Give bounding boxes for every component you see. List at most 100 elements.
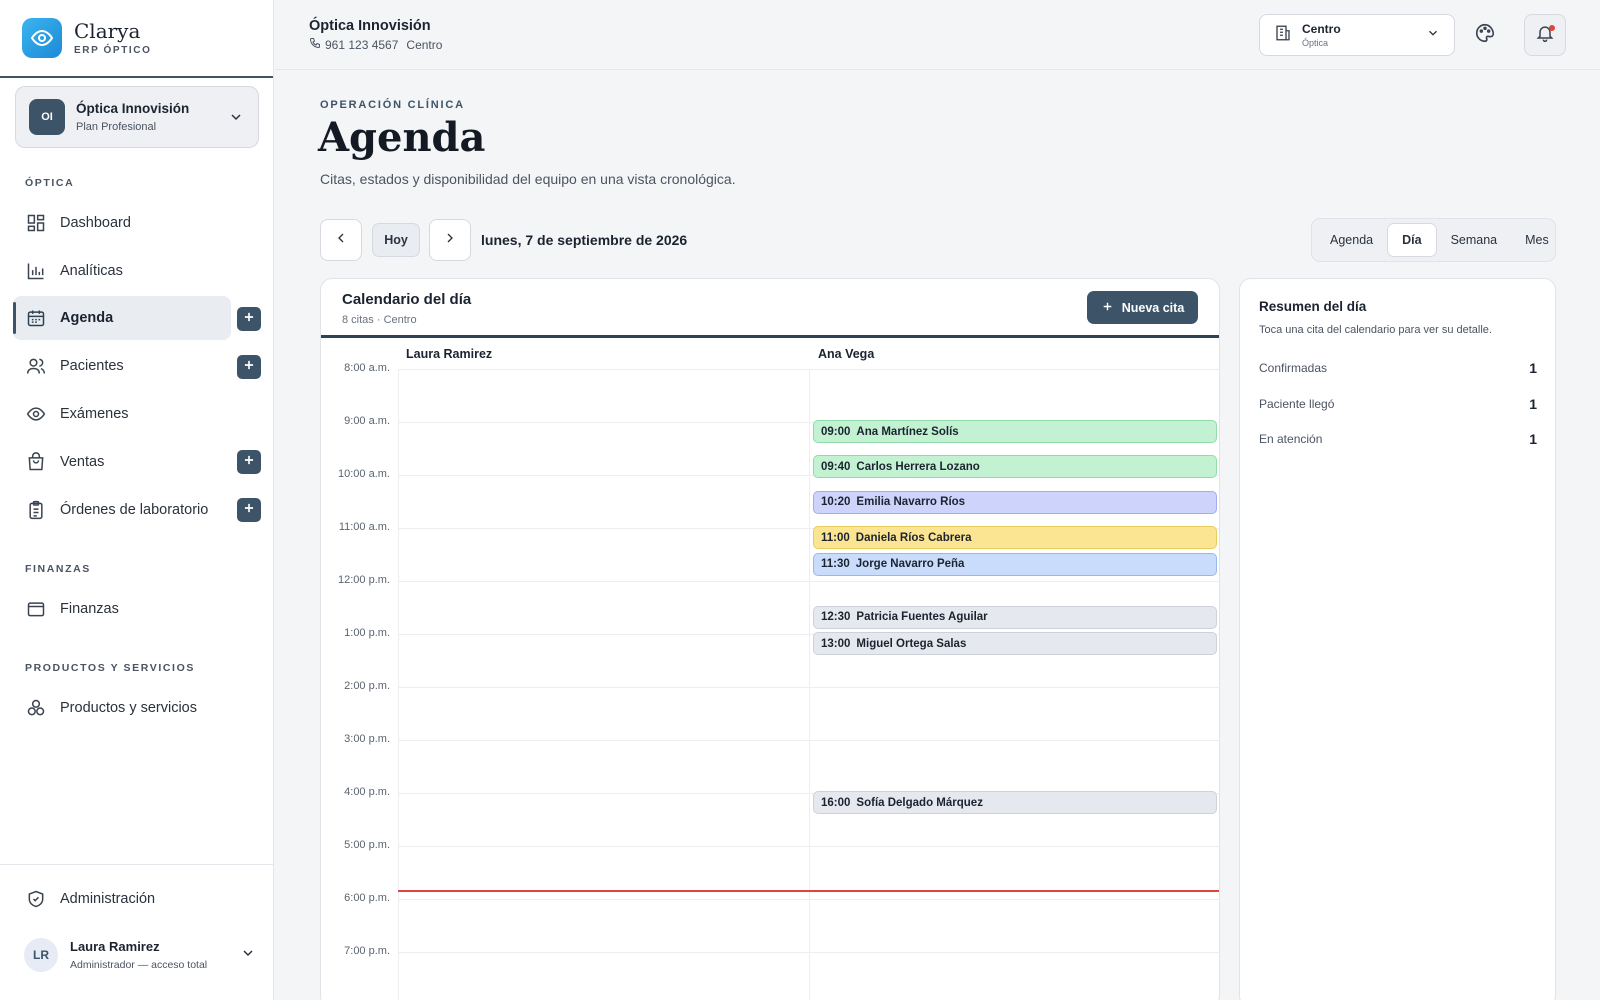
appointment-block[interactable]: 10:20 Emilia Navarro Ríos [813,490,1217,514]
page-eyebrow: OPERACIÓN CLÍNICA [320,99,465,111]
appointment-time: 13:00 [821,637,851,650]
summary-label: En atención [1259,432,1323,446]
current-date: lunes, 7 de septiembre de 2026 [481,232,688,248]
sidebar-item-finanzas[interactable]: Finanzas [13,587,231,631]
appointment-block[interactable]: 11:00 Daniela Ríos Cabrera [813,526,1217,549]
summary-card: Resumen del día Toca una cita del calend… [1239,278,1556,1000]
appointment-block[interactable]: 09:40 Carlos Herrera Lozano [813,455,1217,479]
org-name: Óptica Innovisión [76,101,190,116]
appointment-block[interactable]: 09:00 Ana Martínez Solís [813,420,1217,443]
chevron-down-icon [240,945,256,966]
plus-icon [242,501,256,520]
section-label-optica: ÓPTICA [25,177,75,189]
shield-icon [25,888,47,910]
hour-label: 4:00 p.m. [344,786,390,798]
sidebar-item-productos[interactable]: Productos y servicios [13,686,231,730]
column-header-staff: Ana Vega [818,347,875,361]
appointment-time: 09:40 [821,460,851,473]
prev-day-button[interactable] [320,219,362,261]
add-lab-order-button[interactable] [237,498,261,522]
sidebar-item-analiticas[interactable]: Analíticas [13,249,231,293]
appointment-block[interactable]: 13:00 Miguel Ortega Salas [813,632,1217,655]
sidebar-item-label: Productos y servicios [60,700,197,716]
sidebar-item-label: Pacientes [60,358,124,374]
column-divider [398,369,399,1000]
view-tab-semana[interactable]: Semana [1437,223,1512,257]
appointment-block[interactable]: 11:30 Jorge Navarro Peña [813,552,1217,576]
palette-icon [1474,22,1496,49]
view-tab-dia[interactable]: Día [1387,223,1437,257]
appointment-patient: Ana Martínez Solís [856,425,959,438]
summary-row: Confirmadas 1 [1259,360,1537,376]
new-appointment-label: Nueva cita [1121,300,1185,315]
sidebar-item-ventas[interactable]: Ventas [13,440,231,484]
brand[interactable]: Clarya ERP ÓPTICO [0,0,273,78]
topbar-title: Óptica Innovisión [309,18,431,34]
summary-value: 1 [1529,431,1537,447]
summary-value: 1 [1529,360,1537,376]
clipboard-icon [25,499,47,521]
users-icon [25,355,47,377]
bag-icon [25,451,47,473]
org-switcher[interactable]: OI Óptica Innovisión Plan Profesional [15,86,259,148]
sidebar-item-label: Administración [60,891,156,907]
sidebar-item-pacientes[interactable]: Pacientes [13,344,231,388]
today-button[interactable]: Hoy [372,223,420,257]
chevron-left-icon [333,230,349,251]
notifications-button[interactable] [1524,14,1566,56]
next-day-button[interactable] [429,219,471,261]
sidebar-item-label: Agenda [60,310,114,326]
column-divider [809,369,810,1000]
add-sale-button[interactable] [237,450,261,474]
sidebar-item-agenda[interactable]: Agenda [13,296,231,340]
summary-title: Resumen del día [1259,299,1367,314]
wallet-icon [25,598,47,620]
branch-select[interactable]: Centro Óptica [1259,14,1455,56]
hour-label: 2:00 p.m. [344,680,390,692]
appointment-patient: Emilia Navarro Ríos [856,496,966,509]
appointment-time: 11:00 [821,531,850,544]
appointment-time: 12:30 [821,611,851,623]
sidebar-item-label: Dashboard [60,215,131,231]
appointment-patient: Daniela Ríos Cabrera [855,531,972,544]
avatar: LR [24,938,58,972]
hour-label: 10:00 a.m. [338,468,390,480]
view-tab-agenda[interactable]: Agenda [1316,223,1387,257]
hour-label: 1:00 p.m. [344,627,390,639]
topbar: Óptica Innovisión 961 123 4567 Centro Ce… [275,0,1600,70]
day-grid[interactable]: 8:00 a.m. 9:00 a.m. 10:00 a.m. 11:00 a.m. 12… [321,362,1219,1000]
sidebar-item-administracion[interactable]: Administración [13,877,231,921]
appointment-block[interactable]: 12:30 Patricia Fuentes Aguilar [813,605,1217,629]
page-description: Citas, estados y disponibilidad del equi… [320,171,736,187]
sidebar-item-dashboard[interactable]: Dashboard [13,201,231,245]
summary-row: Paciente llegó 1 [1259,396,1537,412]
sidebar-item-label: Analíticas [60,263,123,279]
sidebar-item-examenes[interactable]: Exámenes [13,392,231,436]
appointment-time: 11:30 [821,558,850,570]
view-tab-mes[interactable]: Mes [1511,223,1563,257]
hour-label: 11:00 a.m. [338,521,390,533]
user-menu[interactable]: LR Laura Ramirez Administrador — acceso … [24,938,256,972]
topbar-phone: 961 123 4567 [325,37,399,52]
topbar-branch: Centro [406,37,443,52]
user-role: Administrador — acceso total [70,959,208,971]
chevron-down-icon [228,109,244,130]
eye-logo-icon [22,18,62,58]
calendar-title: Calendario del día [342,291,472,308]
appointment-patient: Carlos Herrera Lozano [856,460,980,473]
summary-label: Confirmadas [1259,361,1328,375]
theme-button[interactable] [1472,22,1498,48]
appointment-patient: Jorge Navarro Peña [855,558,965,570]
appointment-time: 10:20 [821,496,851,509]
hour-label: 8:00 a.m. [344,362,390,374]
plus-icon [242,358,256,377]
add-patient-button[interactable] [237,355,261,379]
chart-icon [25,260,47,282]
appointment-patient: Patricia Fuentes Aguilar [856,611,988,623]
hour-label: 9:00 a.m. [344,415,390,427]
add-appointment-button[interactable] [237,307,261,331]
appointment-block[interactable]: 16:00 Sofía Delgado Márquez [813,791,1217,814]
sidebar-item-ordenes[interactable]: Órdenes de laboratorio [13,488,231,532]
new-appointment-button[interactable]: Nueva cita [1087,291,1198,324]
hour-label: 7:00 p.m. [344,945,390,957]
